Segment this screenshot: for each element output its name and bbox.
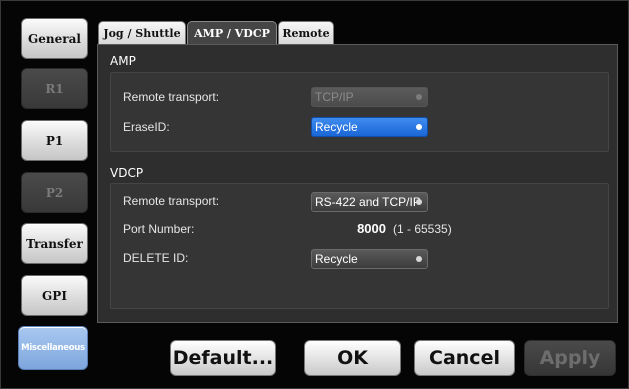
amp-erase-id-label: EraseID:: [123, 120, 170, 134]
amp-remote-transport-value: TCP/IP: [315, 90, 354, 104]
dropdown-arrow-icon: [416, 256, 422, 262]
tab-remote[interactable]: Remote: [278, 21, 334, 45]
settings-panel: AMP Remote transport: TCP/IP EraseID: Re…: [97, 44, 618, 323]
amp-group: Remote transport: TCP/IP EraseID: Recycl…: [110, 72, 609, 152]
vdcp-delete-id-label: DELETE ID:: [123, 251, 189, 265]
vdcp-port-number-label: Port Number:: [123, 222, 195, 236]
vdcp-remote-transport-dropdown[interactable]: RS-422 and TCP/IP: [311, 192, 428, 212]
tab-amp-vdcp[interactable]: AMP / VDCP: [187, 21, 277, 45]
nav-p1-button[interactable]: P1: [21, 120, 88, 161]
nav-general-button[interactable]: General: [21, 18, 88, 59]
vdcp-remote-transport-value: RS-422 and TCP/IP: [315, 195, 421, 209]
nav-r1-button[interactable]: R1: [21, 68, 88, 109]
dropdown-arrow-icon: [416, 199, 422, 205]
vdcp-delete-id-value: Recycle: [315, 252, 358, 266]
nav-transfer-button[interactable]: Transfer: [21, 223, 88, 264]
amp-remote-transport-dropdown[interactable]: TCP/IP: [311, 87, 428, 107]
vdcp-group: Remote transport: RS-422 and TCP/IP Port…: [110, 183, 609, 309]
dropdown-arrow-icon: [416, 124, 422, 130]
amp-erase-id-dropdown[interactable]: Recycle: [311, 117, 428, 137]
nav-p2-button[interactable]: P2: [21, 172, 88, 213]
nav-miscellaneous-button[interactable]: Miscellaneous: [18, 326, 88, 370]
default-button[interactable]: Default...: [170, 340, 276, 376]
amp-remote-transport-label: Remote transport:: [123, 90, 220, 104]
tab-jog-shuttle[interactable]: Jog / Shuttle: [98, 21, 186, 45]
apply-button[interactable]: Apply: [524, 340, 616, 376]
vdcp-remote-transport-label: Remote transport:: [123, 194, 220, 208]
vdcp-group-title: VDCP: [110, 166, 144, 180]
ok-button[interactable]: OK: [304, 340, 401, 376]
nav-gpi-button[interactable]: GPI: [21, 275, 88, 316]
vdcp-port-number-range: (1 - 65535): [393, 222, 452, 236]
dropdown-arrow-icon: [416, 94, 422, 100]
vdcp-port-number-field[interactable]: 8000: [311, 221, 386, 236]
cancel-button[interactable]: Cancel: [414, 340, 515, 376]
amp-group-title: AMP: [110, 54, 136, 68]
vdcp-delete-id-dropdown[interactable]: Recycle: [311, 249, 428, 269]
amp-erase-id-value: Recycle: [315, 120, 358, 134]
